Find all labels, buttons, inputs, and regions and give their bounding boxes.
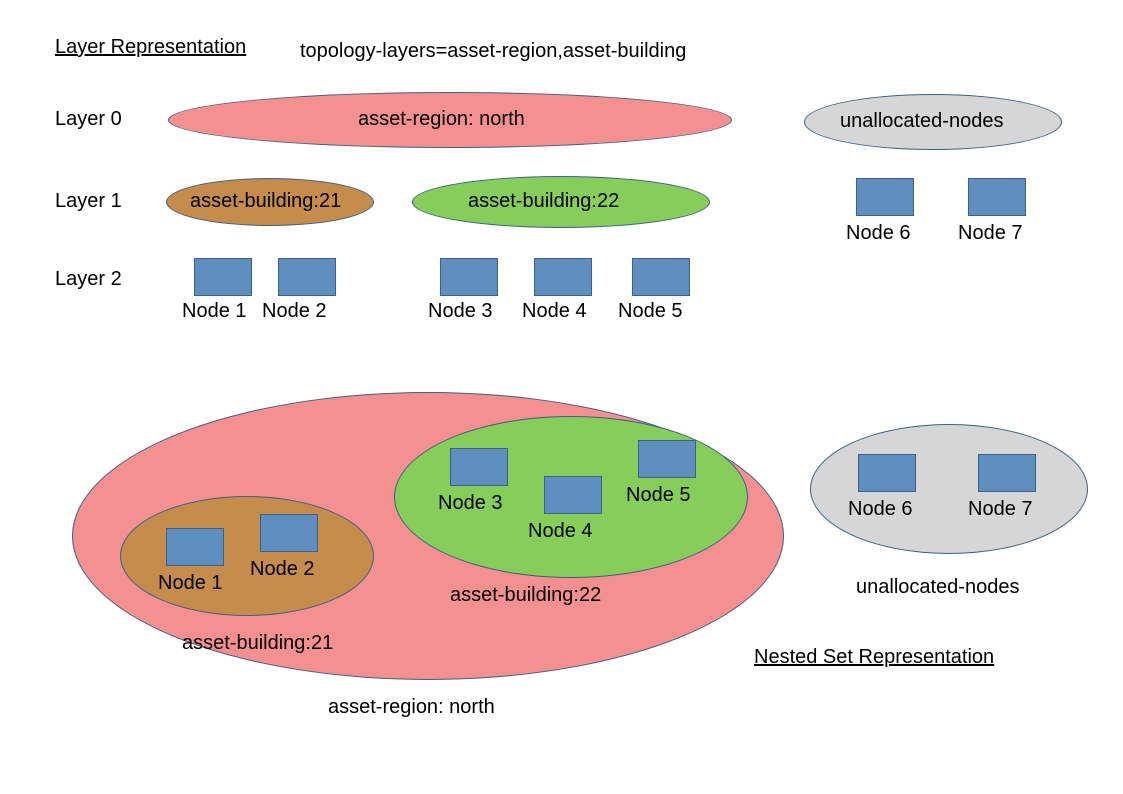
label-region-north-top: asset-region: north (358, 108, 525, 131)
node-label-5-nested: Node 5 (626, 484, 691, 507)
node-rect-3-nested (450, 448, 508, 486)
node-rect-2-nested (260, 514, 318, 552)
label-region-north-nested: asset-region: north (328, 696, 495, 719)
layer0-label: Layer 0 (55, 108, 122, 131)
node-label-3-top: Node 3 (428, 300, 493, 323)
node-label-2-top: Node 2 (262, 300, 327, 323)
node-label-6-top: Node 6 (846, 222, 911, 245)
node-label-6-nested: Node 6 (848, 498, 913, 521)
node-rect-5-nested (638, 440, 696, 478)
node-label-1-top: Node 1 (182, 300, 247, 323)
node-label-3-nested: Node 3 (438, 492, 503, 515)
node-label-5-top: Node 5 (618, 300, 683, 323)
node-rect-4-nested (544, 476, 602, 514)
diagram-stage: Layer Representation topology-layers=ass… (0, 0, 1123, 794)
label-building21-nested: asset-building:21 (182, 632, 333, 655)
node-rect-1-top (194, 258, 252, 296)
node-rect-7-nested (978, 454, 1036, 492)
node-rect-1-nested (166, 528, 224, 566)
node-rect-2-top (278, 258, 336, 296)
node-rect-5-top (632, 258, 690, 296)
node-rect-4-top (534, 258, 592, 296)
label-unallocated-nested: unallocated-nodes (856, 576, 1019, 599)
label-building22-top: asset-building:22 (468, 190, 619, 213)
label-building21-top: asset-building:21 (190, 190, 341, 213)
ellipse-building21-nested (120, 496, 374, 616)
layer1-label: Layer 1 (55, 190, 122, 213)
node-label-4-nested: Node 4 (528, 520, 593, 543)
node-label-7-top: Node 7 (958, 222, 1023, 245)
node-rect-3-top (440, 258, 498, 296)
node-label-7-nested: Node 7 (968, 498, 1033, 521)
title-layer-rep: Layer Representation (55, 36, 246, 59)
topology-text: topology-layers=asset-region,asset-build… (300, 40, 686, 63)
node-rect-6-nested (858, 454, 916, 492)
node-label-1-nested: Node 1 (158, 572, 223, 595)
node-rect-6-top (856, 178, 914, 216)
node-label-4-top: Node 4 (522, 300, 587, 323)
node-label-2-nested: Node 2 (250, 558, 315, 581)
layer2-label: Layer 2 (55, 268, 122, 291)
ellipse-unallocated-nested (810, 424, 1088, 554)
label-building22-nested: asset-building:22 (450, 584, 601, 607)
node-rect-7-top (968, 178, 1026, 216)
label-unallocated-top: unallocated-nodes (840, 110, 1003, 133)
title-nested-rep: Nested Set Representation (754, 646, 994, 669)
